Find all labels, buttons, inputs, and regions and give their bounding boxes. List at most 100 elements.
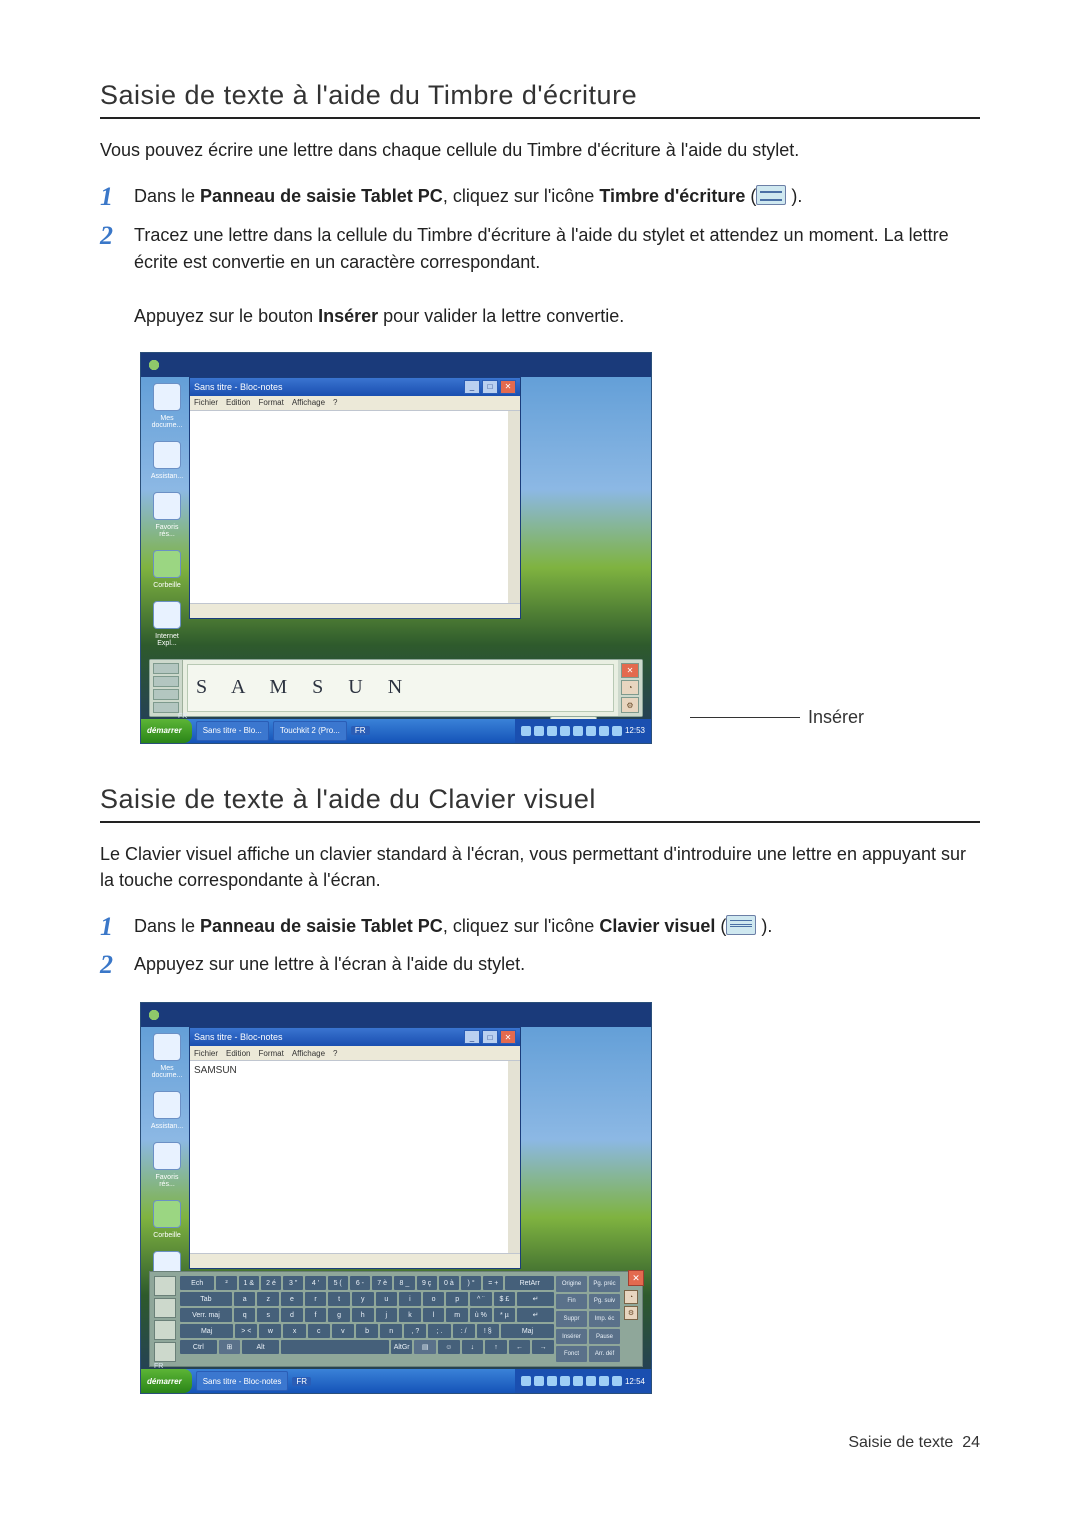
keyboard-key[interactable]: 9 ç — [417, 1276, 437, 1290]
keyboard-key[interactable]: u — [376, 1292, 398, 1306]
menu-item[interactable]: Format — [258, 398, 283, 407]
keyboard-key[interactable]: Maj — [501, 1324, 554, 1338]
menu-item[interactable]: ? — [333, 398, 337, 407]
maximize-icon[interactable]: □ — [482, 380, 498, 394]
menu-item[interactable]: Fichier — [194, 398, 218, 407]
mode-icon[interactable] — [153, 663, 179, 674]
keyboard-nav-key[interactable]: Fonct — [556, 1346, 587, 1362]
keyboard-key[interactable]: q — [234, 1308, 256, 1322]
keyboard-key[interactable]: 8 _ — [394, 1276, 414, 1290]
keyboard-key[interactable]: m — [446, 1308, 468, 1322]
keyboard-nav-key[interactable]: Pause — [589, 1329, 620, 1345]
scrollbar[interactable] — [508, 1061, 520, 1253]
keyboard-key[interactable]: $ £ — [494, 1292, 516, 1306]
tray-icon[interactable] — [560, 726, 570, 736]
keyboard-key[interactable]: 3 " — [283, 1276, 303, 1290]
mode-icon[interactable] — [154, 1320, 176, 1340]
keyboard-key[interactable]: > < — [235, 1324, 257, 1338]
keyboard-key[interactable]: ↓ — [462, 1340, 484, 1354]
mode-icon[interactable] — [154, 1342, 176, 1362]
keyboard-key[interactable]: ← — [509, 1340, 531, 1354]
panel-control-icon[interactable]: ⚙ — [621, 697, 639, 712]
menu-item[interactable]: Edition — [226, 1049, 250, 1058]
tray-icon[interactable] — [586, 726, 596, 736]
language-indicator[interactable]: FR — [292, 1377, 311, 1386]
keyboard-key[interactable]: p — [446, 1292, 468, 1306]
desktop-icon[interactable] — [153, 1091, 181, 1119]
keyboard-key[interactable]: Tab — [180, 1292, 232, 1306]
taskbar-item[interactable]: Touchkit 2 (Pro... — [273, 721, 347, 741]
keyboard-key[interactable]: ⊞ — [219, 1340, 241, 1354]
keyboard-key[interactable]: x — [283, 1324, 305, 1338]
taskbar-item[interactable]: Sans titre - Blo... — [196, 721, 269, 741]
keyboard-key[interactable]: Maj — [180, 1324, 233, 1338]
mode-icon[interactable] — [153, 702, 179, 713]
keyboard-nav-key[interactable]: Pg. suiv — [589, 1294, 620, 1310]
keyboard-key[interactable]: 4 ' — [305, 1276, 325, 1290]
keyboard-key[interactable]: : / — [453, 1324, 475, 1338]
desktop-icon[interactable] — [153, 1200, 181, 1228]
minimize-icon[interactable]: _ — [464, 1030, 480, 1044]
keyboard-key[interactable]: ù % — [470, 1308, 492, 1322]
tray-icon[interactable] — [599, 1376, 609, 1386]
keyboard-nav-key[interactable]: Fin — [556, 1294, 587, 1310]
desktop-icon[interactable] — [153, 383, 181, 411]
keyboard-key[interactable]: a — [234, 1292, 256, 1306]
tray-icon[interactable] — [573, 726, 583, 736]
keyboard-key[interactable]: RetArr — [505, 1276, 554, 1290]
mode-icon[interactable] — [153, 689, 179, 700]
keyboard-key[interactable] — [281, 1340, 389, 1354]
tray-icon[interactable] — [612, 1376, 622, 1386]
keyboard-key[interactable]: v — [332, 1324, 354, 1338]
panel-control-icon[interactable]: ◔ — [621, 680, 639, 695]
keyboard-key[interactable]: ; . — [428, 1324, 450, 1338]
keyboard-nav-key[interactable]: Pg. préc — [589, 1276, 620, 1292]
keyboard-key[interactable]: e — [281, 1292, 303, 1306]
notepad-content[interactable] — [190, 410, 520, 603]
tray-icon[interactable] — [560, 1376, 570, 1386]
keyboard-key[interactable]: ↵ — [517, 1292, 554, 1306]
minimize-icon[interactable]: _ — [464, 380, 480, 394]
mode-icon[interactable] — [154, 1276, 176, 1296]
keyboard-key[interactable]: Ctrl — [180, 1340, 217, 1354]
keyboard-nav-key[interactable]: Imp. éc — [589, 1311, 620, 1327]
notepad-content[interactable]: SAMSUN — [190, 1060, 520, 1253]
keyboard-key[interactable]: 7 è — [372, 1276, 392, 1290]
keyboard-nav-key[interactable]: Suppr — [556, 1311, 587, 1327]
keyboard-key[interactable]: ☺ — [438, 1340, 460, 1354]
notepad-titlebar[interactable]: Sans titre - Bloc-notes _ □ ✕ — [190, 378, 520, 396]
language-indicator[interactable]: FR — [351, 726, 370, 735]
menu-item[interactable]: Format — [258, 1049, 283, 1058]
panel-close-icon[interactable]: ✕ — [628, 1270, 644, 1286]
keyboard-key[interactable]: AltGr — [391, 1340, 413, 1354]
menu-item[interactable]: Affichage — [292, 1049, 325, 1058]
keyboard-key[interactable]: c — [308, 1324, 330, 1338]
keyboard-nav-key[interactable]: Origine — [556, 1276, 587, 1292]
tray-icon[interactable] — [547, 726, 557, 736]
close-icon[interactable]: ✕ — [500, 380, 516, 394]
start-button[interactable]: démarrer — [141, 719, 192, 743]
keyboard-key[interactable]: ▤ — [414, 1340, 436, 1354]
keyboard-key[interactable]: 1 & — [239, 1276, 259, 1290]
keyboard-key[interactable]: Ech — [180, 1276, 214, 1290]
keyboard-key[interactable]: l — [423, 1308, 445, 1322]
desktop-icon[interactable] — [153, 601, 181, 629]
keyboard-key[interactable]: w — [259, 1324, 281, 1338]
keyboard-key[interactable]: ^ ¨ — [470, 1292, 492, 1306]
menu-item[interactable]: ? — [333, 1049, 337, 1058]
writing-cells[interactable]: S A M S U N — [187, 664, 614, 712]
desktop-icon[interactable] — [153, 550, 181, 578]
keyboard-nav-key[interactable]: Arr. déf — [589, 1346, 620, 1362]
panel-control-icon[interactable]: ◔ — [624, 1290, 638, 1304]
menu-item[interactable]: Edition — [226, 398, 250, 407]
tray-icon[interactable] — [521, 726, 531, 736]
keyboard-key[interactable]: 0 à — [439, 1276, 459, 1290]
tray-icon[interactable] — [521, 1376, 531, 1386]
keyboard-key[interactable]: z — [257, 1292, 279, 1306]
keyboard-key[interactable]: k — [399, 1308, 421, 1322]
maximize-icon[interactable]: □ — [482, 1030, 498, 1044]
tray-icon[interactable] — [534, 726, 544, 736]
notepad-titlebar[interactable]: Sans titre - Bloc-notes _ □ ✕ — [190, 1028, 520, 1046]
mode-icon[interactable] — [153, 676, 179, 687]
tray-icon[interactable] — [534, 1376, 544, 1386]
